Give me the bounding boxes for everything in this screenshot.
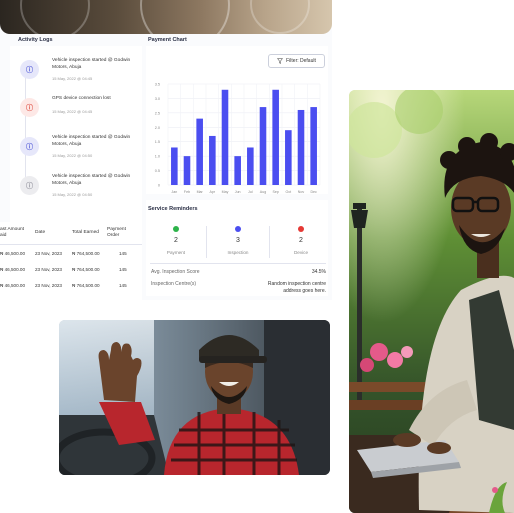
log-text: Vehicle inspection started @ Godwin Moto… <box>52 135 131 147</box>
cell-date: 23 Nov, 2023 <box>35 267 62 272</box>
cell-order: 145 <box>119 283 127 288</box>
x-tick-label: May <box>222 190 229 194</box>
bar-jan[interactable] <box>171 147 178 185</box>
reminder-label: Payment <box>166 250 186 255</box>
dashboard-screenshot: Activity Logs ⓘ Vehicle inspection start… <box>0 0 332 300</box>
log-date: 15 May, 2022 @ 04:50 <box>52 192 93 197</box>
bar-mar[interactable] <box>196 118 203 185</box>
avg-score-value: 34.5% <box>311 269 326 275</box>
laptop-man-photo <box>349 90 514 513</box>
status-dot <box>173 226 179 232</box>
divider <box>0 244 142 245</box>
y-tick-label: 0 <box>158 184 160 188</box>
payments-table: ast Amount aid Date Total Earned Payment… <box>0 222 142 300</box>
y-tick-label: 3.5 <box>155 83 160 87</box>
bar-oct[interactable] <box>285 130 292 185</box>
avg-score-label: Avg. Inspection Score <box>151 269 200 275</box>
driver-photo <box>59 320 330 475</box>
filter-button[interactable]: Filter: Default <box>268 54 325 68</box>
log-item[interactable]: ⓘ Vehicle inspection started @ Godwin Mo… <box>14 52 138 92</box>
x-tick-label: Jan <box>171 190 177 194</box>
info-icon: ⓘ <box>20 137 39 156</box>
activity-logs-title: Activity Logs <box>18 37 53 43</box>
x-tick-label: Mar <box>197 190 204 194</box>
y-tick-label: 0.5 <box>155 169 160 173</box>
divider <box>269 226 270 258</box>
log-item[interactable]: ⓘ Vehicle inspection started @ Godwin Mo… <box>14 168 138 208</box>
y-tick-label: 1.0 <box>155 155 160 159</box>
y-tick-label: 3.0 <box>155 97 160 101</box>
cell-earned: ₦ 764,500.00 <box>72 267 100 272</box>
status-dot <box>235 226 241 232</box>
log-date: 15 May, 2022 @ 04:50 <box>52 153 93 158</box>
reminder-label: Inspection <box>227 250 249 255</box>
cell-order: 145 <box>119 251 127 256</box>
x-tick-label: Sep <box>272 190 278 194</box>
x-tick-label: Aug <box>260 190 266 194</box>
log-date: 15 May, 2022 @ 04:45 <box>52 109 93 114</box>
reminder-count: 3 <box>236 237 240 244</box>
reminder-device[interactable]: 2 Device <box>274 226 328 255</box>
log-item[interactable]: ⓘ GPS device connection lost 15 May, 202… <box>14 90 138 130</box>
x-tick-label: Apr <box>210 190 216 194</box>
bar-sep[interactable] <box>272 89 279 185</box>
cell-earned: ₦ 764,500.00 <box>72 283 100 288</box>
filter-label: Filter: Default <box>286 58 316 64</box>
x-tick-label: Jul <box>248 190 253 194</box>
bar-aug[interactable] <box>259 107 267 185</box>
reminder-inspection[interactable]: 3 Inspection <box>211 226 265 255</box>
column-header: Total Earned <box>72 230 99 235</box>
column-header: Payment Order <box>107 227 126 238</box>
log-item[interactable]: ⓘ Vehicle inspection started @ Godwin Mo… <box>14 129 138 169</box>
bar-apr[interactable] <box>209 135 216 185</box>
cell-date: 23 Nov, 2023 <box>35 251 62 256</box>
status-dot <box>298 226 304 232</box>
y-tick-label: 2.0 <box>155 126 160 130</box>
x-tick-label: Dec <box>310 190 317 194</box>
column-header: ast Amount aid <box>0 227 24 238</box>
dashboard-header-image <box>0 0 332 34</box>
reminder-payment[interactable]: 2 Payment <box>149 226 203 255</box>
payment-chart-title: Payment Chart <box>148 37 187 43</box>
cell-date: 23 Nov, 2023 <box>35 283 62 288</box>
column-header: Date <box>35 230 46 235</box>
centre-value: Random inspection centre address goes he… <box>267 281 326 294</box>
cell-amount: ₦ 46,500.00 <box>0 283 26 288</box>
cell-amount: ₦ 46,500.00 <box>0 267 26 272</box>
bar-dec[interactable] <box>310 107 317 185</box>
reminder-count: 2 <box>299 237 303 244</box>
cell-order: 145 <box>119 267 127 272</box>
log-text: GPS device connection lost <box>52 96 111 101</box>
cell-earned: ₦ 764,500.00 <box>72 251 100 256</box>
bar-feb[interactable] <box>183 156 191 185</box>
bar-may[interactable] <box>221 89 229 185</box>
bar-jun[interactable] <box>234 156 241 185</box>
x-tick-label: Oct <box>286 190 292 194</box>
log-text: Vehicle inspection started @ Godwin Moto… <box>52 174 131 186</box>
alert-icon: ⓘ <box>20 98 39 117</box>
x-tick-label: Feb <box>184 190 190 194</box>
bar-nov[interactable] <box>297 109 305 185</box>
bar-jul[interactable] <box>247 147 254 185</box>
log-text: Vehicle inspection started @ Godwin Moto… <box>52 58 131 70</box>
filter-icon <box>277 58 284 64</box>
x-tick-label: Jun <box>235 190 241 194</box>
payment-bar-chart: 3.5 3.0 2.5 2.0 1.5 1.0 0.5 0 Jan Feb Mar Apr May Jun… <box>155 83 321 194</box>
divider <box>150 263 326 264</box>
log-date: 15 May, 2022 @ 04:45 <box>52 76 93 81</box>
y-tick-label: 2.5 <box>155 111 160 115</box>
y-tick-label: 1.5 <box>155 140 160 144</box>
info-icon: ⓘ <box>20 60 39 79</box>
x-tick-label: Nov <box>298 190 305 194</box>
info-icon: ⓘ <box>20 176 39 195</box>
cell-amount: ₦ 46,500.00 <box>0 251 26 256</box>
service-reminders-title: Service Reminders <box>148 206 198 212</box>
reminder-count: 2 <box>174 237 178 244</box>
centre-label: Inspection Centre(s) <box>151 281 197 287</box>
divider <box>206 226 207 258</box>
reminder-label: Device <box>293 250 309 255</box>
